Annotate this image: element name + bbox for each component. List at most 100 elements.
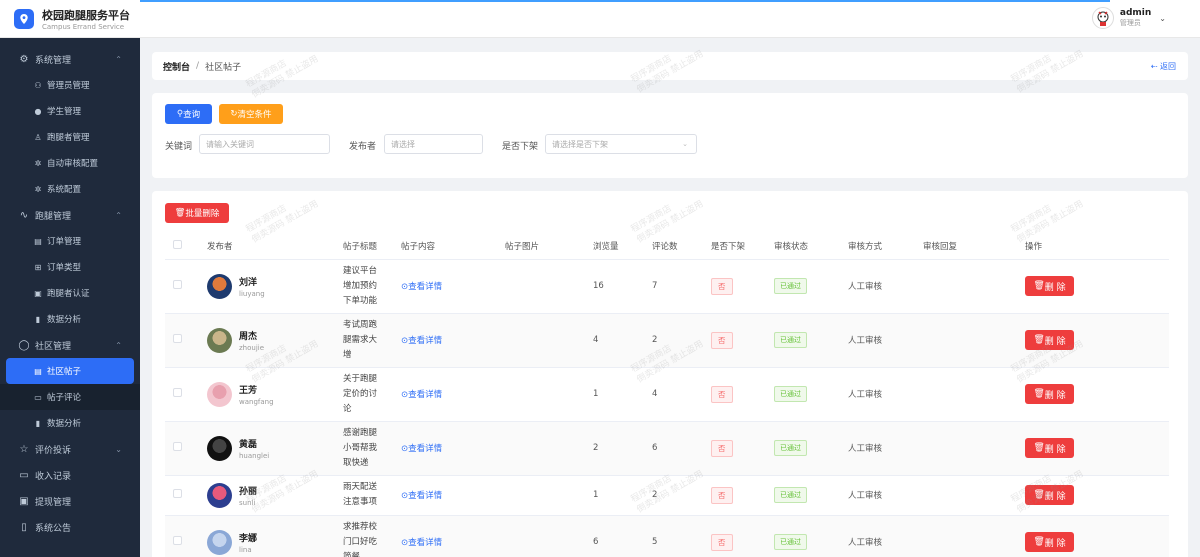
sidebar-group-income[interactable]: ▭ 收入记录 — [0, 462, 140, 488]
sidebar-group-reviews[interactable]: ☆ 评价投诉 ⌄ — [0, 436, 140, 462]
star-icon: ☆ — [19, 443, 29, 455]
publisher-placeholder: 请选择 — [391, 139, 415, 149]
image-cell — [505, 313, 593, 368]
sidebar-item-label: 系统配置 — [47, 185, 82, 195]
view-details-link[interactable]: ⊙查看详情 — [401, 444, 442, 454]
top-header: 校园跑腿服务平台 Campus Errand Service admin 管理员… — [0, 0, 1200, 38]
sidebar-group-errand[interactable]: ∿ 跑腿管理 ⌃ — [0, 202, 140, 228]
row-checkbox[interactable] — [173, 388, 182, 397]
delete-button[interactable]: 🗑 删 除 — [1025, 384, 1074, 404]
sidebar-group-announcements[interactable]: ▯ 系统公告 — [0, 514, 140, 540]
sidebar-item-auto-audit[interactable]: ✲ 自动审核配置 — [0, 150, 140, 176]
delete-button[interactable]: 🗑 删 除 — [1025, 330, 1074, 350]
audit-status-cell: 已通过 — [774, 313, 848, 368]
publisher-username: zhoujie — [239, 343, 265, 352]
delete-button[interactable]: 🗑 删 除 — [1025, 276, 1074, 296]
sidebar-item-label: 数据分析 — [47, 315, 82, 325]
keyword-input[interactable]: 请输入关键词 — [199, 134, 330, 154]
settings-icon: ✲ — [34, 184, 42, 194]
sidebar-group-community[interactable]: ◯ 社区管理 ⌃ — [0, 332, 140, 358]
offline-badge: 否 — [711, 486, 733, 504]
sidebar-item-runner-certification[interactable]: ▣ 跑腿者认证 — [0, 280, 140, 306]
column-header: 评论数 — [652, 233, 711, 260]
sidebar-item-community-analytics[interactable]: ▮ 数据分析 — [0, 410, 140, 436]
row-checkbox[interactable] — [173, 489, 182, 498]
delete-button[interactable]: 🗑 删 除 — [1025, 532, 1074, 552]
sidebar-item-runner-management[interactable]: ♙ 跑腿者管理 — [0, 124, 140, 150]
publisher-name: 黄磊 — [239, 439, 258, 450]
trash-icon: 🗑 — [1033, 389, 1045, 399]
row-select-cell — [165, 515, 207, 557]
view-details-link[interactable]: ⊙查看详情 — [401, 336, 442, 346]
publisher-name: 刘洋 — [239, 277, 258, 288]
arrow-left-icon: ⇠ — [1150, 61, 1158, 71]
document-icon: ▤ — [34, 366, 42, 376]
batch-delete-button[interactable]: 🗑 批量删除 — [165, 203, 229, 223]
content-cell: ⊙查看详情 — [401, 515, 505, 557]
sidebar-item-post-comments[interactable]: ▭ 帖子评论 — [0, 384, 140, 410]
sidebar-item-label: 帖子评论 — [47, 393, 82, 403]
comments-cell: 6 — [652, 421, 711, 476]
breadcrumb-home[interactable]: 控制台 — [163, 60, 190, 73]
posts-table: 发布者 帖子标题 帖子内容 帖子图片 浏览量 评论数 是否下架 审核状态 审核方… — [165, 233, 1169, 557]
table-row: 王芳 wangfang 关于跑腿定价的讨论 ⊙查看详情 1 4 否已通过 人工审核 🗑 删 除 — [165, 367, 1169, 422]
row-select-cell — [165, 367, 207, 422]
sidebar-group-system[interactable]: ⚙ 系统管理 ⌃ — [0, 46, 140, 72]
offline-cell: 否 — [711, 367, 774, 422]
title-cell: 建议平台增加预约下单功能 — [343, 259, 401, 314]
audit-method-cell: 人工审核 — [848, 313, 923, 368]
sidebar-item-orders[interactable]: ▤ 订单管理 — [0, 228, 140, 254]
delete-button[interactable]: 🗑 删 除 — [1025, 438, 1074, 458]
delete-button[interactable]: 🗑 删 除 — [1025, 485, 1074, 505]
table-row: 李娜 lina 求推荐校门口好吃简餐 ⊙查看详情 6 5 否已通过 人工审核 🗑 删 除 — [165, 515, 1169, 557]
status-placeholder: 请选择是否下架 — [552, 139, 608, 149]
audit-reply-cell — [923, 421, 1025, 476]
view-details-link[interactable]: ⊙查看详情 — [401, 491, 442, 501]
actions-cell: 🗑 删 除 — [1025, 313, 1169, 368]
view-details-link[interactable]: ⊙查看详情 — [401, 390, 442, 400]
title-cell: 求推荐校门口好吃简餐 — [343, 515, 401, 557]
publisher-select[interactable]: 请选择 — [384, 134, 483, 154]
row-checkbox[interactable] — [173, 442, 182, 451]
row-checkbox[interactable] — [173, 280, 182, 289]
view-details-link[interactable]: ⊙查看详情 — [401, 282, 442, 292]
sidebar-item-system-config[interactable]: ✲ 系统配置 — [0, 176, 140, 202]
user-menu[interactable]: admin 管理员 ⌄ — [1091, 7, 1166, 29]
row-select-cell — [165, 421, 207, 476]
column-header: 浏览量 — [593, 233, 652, 260]
delete-label: 删 除 — [1044, 538, 1066, 549]
app-logo[interactable]: 校园跑腿服务平台 Campus Errand Service — [0, 7, 130, 31]
withdraw-icon: ▣ — [19, 495, 29, 507]
sidebar-item-label: 管理员管理 — [47, 81, 90, 91]
sidebar-item-label: 订单类型 — [47, 263, 82, 273]
column-header: 审核回复 — [923, 233, 1025, 260]
activity-icon: ∿ — [19, 209, 29, 221]
wallet-icon: ▭ — [19, 469, 29, 481]
actions-cell: 🗑 删 除 — [1025, 475, 1169, 516]
select-all-checkbox[interactable] — [173, 239, 182, 249]
table-panel: 🗑 批量删除 发布者 帖子标题 帖子内容 帖子图片 浏览量 评论数 是否下架 审核… — [152, 191, 1188, 557]
avatar — [207, 529, 232, 555]
sidebar-group-withdraw[interactable]: ▣ 提现管理 — [0, 488, 140, 514]
back-link[interactable]: ⇠ 返回 — [1151, 61, 1176, 72]
sidebar-item-order-types[interactable]: ⊞ 订单类型 — [0, 254, 140, 280]
query-button[interactable]: ⚲ 查询 — [165, 104, 212, 124]
sidebar-item-errand-analytics[interactable]: ▮ 数据分析 — [0, 306, 140, 332]
row-checkbox[interactable] — [173, 334, 182, 343]
content-cell: ⊙查看详情 — [401, 313, 505, 368]
offline-cell: 否 — [711, 259, 774, 314]
gear-icon: ⚙ — [19, 53, 29, 65]
publisher-cell: 李娜 lina — [207, 515, 343, 557]
sidebar-item-student-management[interactable]: ● 学生管理 — [0, 98, 140, 124]
sidebar-item-admin-management[interactable]: ⚇ 管理员管理 — [0, 72, 140, 98]
view-details-link[interactable]: ⊙查看详情 — [401, 538, 442, 548]
sidebar-item-community-posts[interactable]: ▤ 社区帖子 — [6, 358, 134, 384]
table-row: 孙丽 sunli 雨天配送注意事项 ⊙查看详情 1 2 否已通过 人工审核 🗑 删 除 — [165, 475, 1169, 516]
publisher-cell: 刘洋 liuyang — [207, 259, 343, 314]
clear-filters-button[interactable]: ↻ 清空条件 — [219, 104, 283, 124]
row-checkbox[interactable] — [173, 536, 182, 545]
row-select-cell — [165, 475, 207, 516]
status-select[interactable]: 请选择是否下架 ⌄ — [545, 134, 697, 154]
image-cell — [505, 367, 593, 422]
view-details-label: 查看详情 — [408, 282, 443, 292]
